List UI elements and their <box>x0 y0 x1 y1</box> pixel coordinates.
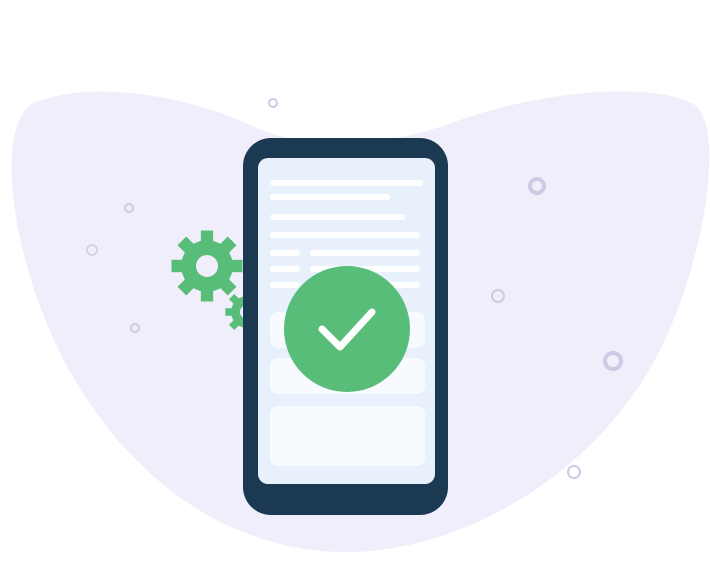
text-line <box>310 250 420 256</box>
text-line <box>270 214 405 220</box>
text-line <box>270 194 390 200</box>
text-line <box>270 250 300 256</box>
success-badge <box>284 266 410 392</box>
bubble <box>567 465 581 479</box>
success-circle <box>284 266 410 392</box>
text-line <box>270 282 300 288</box>
text-line <box>270 232 420 238</box>
gear-hole <box>196 255 218 277</box>
text-line <box>270 180 423 186</box>
text-line <box>270 266 300 272</box>
bubble <box>268 98 278 108</box>
screen-card <box>270 406 425 466</box>
gear-icon <box>171 230 243 302</box>
illustration <box>11 91 710 553</box>
